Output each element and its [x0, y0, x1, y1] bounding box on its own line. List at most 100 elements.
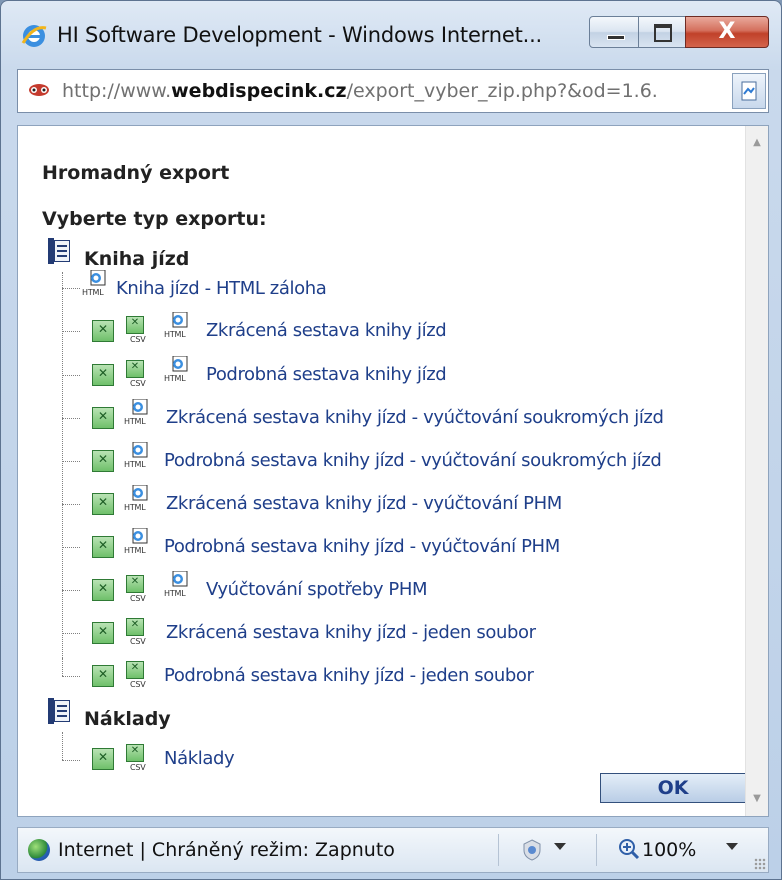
page-heading: Hromadný export [42, 162, 230, 184]
csv-tag: CSV [130, 379, 146, 388]
html-tag: HTML [124, 503, 146, 512]
minimize-button[interactable] [589, 16, 639, 48]
csv-export-icon[interactable]: CSV [124, 744, 154, 774]
maximize-button[interactable] [638, 16, 686, 48]
excel-export-icon[interactable] [92, 364, 114, 386]
csv-export-icon[interactable]: CSV [124, 661, 154, 691]
html-tag: HTML [124, 546, 146, 555]
tree-branch [62, 331, 80, 332]
html-export-icon[interactable]: HTML [124, 442, 160, 474]
close-label: X [718, 19, 736, 44]
security-zone-text[interactable]: Internet | Chráněný režim: Zapnuto [58, 839, 395, 861]
scroll-up-arrow-icon[interactable]: ▲ [746, 132, 768, 154]
status-bar: Internet | Chráněný režim: Zapnuto 100% [17, 827, 769, 873]
csv-export-icon[interactable]: CSV [124, 618, 154, 648]
tree-branch [62, 676, 80, 677]
tree-branch [62, 418, 80, 419]
tree-branch [62, 461, 80, 462]
csv-export-icon[interactable]: CSV [124, 316, 154, 346]
scroll-down-arrow-icon[interactable]: ▼ [746, 788, 768, 810]
export-link[interactable]: Zkrácená sestava knihy jízd - vyúčtování… [166, 407, 664, 428]
ie-logo-icon [21, 25, 47, 47]
excel-export-icon[interactable] [92, 320, 114, 342]
vertical-scrollbar[interactable]: ▲ ▼ [745, 126, 768, 816]
url-prefix: http://www. [62, 80, 172, 102]
export-link[interactable]: Podrobná sestava knihy jízd [206, 364, 447, 385]
site-icon [29, 84, 49, 96]
csv-export-icon[interactable]: CSV [124, 360, 154, 390]
export-link[interactable]: Kniha jízd - HTML záloha [116, 278, 327, 299]
csv-tag: CSV [130, 594, 146, 603]
html-export-icon[interactable]: HTML [164, 312, 200, 344]
export-link[interactable]: Zkrácená sestava knihy jízd - vyúčtování… [166, 493, 562, 514]
browser-popup-window: HI Software Development - Windows Intern… [0, 0, 782, 880]
excel-export-icon[interactable] [92, 450, 114, 472]
excel-export-icon[interactable] [92, 493, 114, 515]
html-tag: HTML [164, 330, 186, 339]
tree-line [62, 732, 63, 760]
html-tag: HTML [82, 288, 104, 297]
resize-grip[interactable] [754, 858, 766, 870]
html-tag: HTML [124, 460, 146, 469]
tree-line [62, 658, 63, 676]
tree-branch [62, 288, 80, 289]
ok-button[interactable]: OK [600, 773, 746, 803]
book-icon [48, 238, 72, 264]
zoom-level[interactable]: 100% [642, 839, 696, 861]
excel-export-icon[interactable] [92, 536, 114, 558]
url-text[interactable]: http://www.webdispecink.cz/export_vyber_… [62, 80, 722, 102]
excel-export-icon[interactable] [92, 579, 114, 601]
tree-branch [62, 760, 80, 761]
html-export-icon[interactable]: HTML [124, 528, 160, 560]
export-link[interactable]: Zkrácená sestava knihy jízd - jeden soub… [166, 622, 536, 643]
address-bar[interactable]: http://www.webdispecink.cz/export_vyber_… [17, 69, 769, 113]
tree-branch [62, 590, 80, 591]
internet-zone-globe-icon [28, 839, 50, 861]
html-tag: HTML [164, 589, 186, 598]
excel-export-icon[interactable] [92, 665, 114, 687]
tree-line [62, 272, 63, 658]
url-domain: webdispecink.cz [171, 80, 347, 102]
tree-branch [62, 375, 80, 376]
tree-branch [62, 633, 80, 634]
html-export-icon[interactable]: HTML [164, 356, 200, 388]
export-link[interactable]: Vyúčtování spotřeby PHM [206, 579, 428, 600]
export-link[interactable]: Zkrácená sestava knihy jízd [206, 320, 447, 341]
tree-branch [62, 547, 80, 548]
html-tag: HTML [164, 374, 186, 383]
divider [498, 834, 499, 866]
title-bar[interactable]: HI Software Development - Windows Intern… [1, 1, 781, 75]
compatibility-view-button[interactable] [732, 73, 766, 109]
html-tag: HTML [124, 417, 146, 426]
category-label-kniha-jizd: Kniha jízd [84, 248, 190, 270]
window-title: HI Software Development - Windows Intern… [57, 23, 543, 47]
csv-tag: CSV [130, 335, 146, 344]
chevron-down-icon[interactable] [554, 843, 566, 850]
csv-tag: CSV [130, 637, 146, 646]
url-path: /export_vyber_zip.php?&od=1.6. [346, 80, 658, 102]
book-icon [48, 698, 72, 724]
export-link[interactable]: Podrobná sestava knihy jízd - jeden soub… [164, 665, 534, 686]
html-export-icon[interactable]: HTML [164, 571, 200, 603]
protected-mode-icon[interactable] [520, 838, 544, 862]
html-export-icon[interactable]: HTML [124, 485, 160, 517]
export-link[interactable]: Náklady [164, 748, 235, 769]
excel-export-icon[interactable] [92, 622, 114, 644]
chevron-down-icon[interactable] [726, 843, 738, 850]
export-link[interactable]: Podrobná sestava knihy jízd - vyúčtování… [164, 536, 560, 557]
html-export-icon[interactable]: HTML [82, 270, 118, 302]
divider [596, 834, 597, 866]
tree-branch [62, 504, 80, 505]
excel-export-icon[interactable] [92, 748, 114, 770]
csv-tag: CSV [130, 680, 146, 689]
csv-export-icon[interactable]: CSV [124, 575, 154, 605]
page-subheading: Vyberte typ exportu: [42, 208, 267, 230]
csv-tag: CSV [130, 763, 146, 772]
close-button[interactable]: X [685, 16, 769, 48]
page-icon [741, 81, 757, 101]
excel-export-icon[interactable] [92, 407, 114, 429]
export-link[interactable]: Podrobná sestava knihy jízd - vyúčtování… [164, 450, 662, 471]
html-export-icon[interactable]: HTML [124, 399, 160, 431]
zoom-icon[interactable] [618, 838, 640, 860]
category-label-naklady: Náklady [84, 708, 171, 730]
